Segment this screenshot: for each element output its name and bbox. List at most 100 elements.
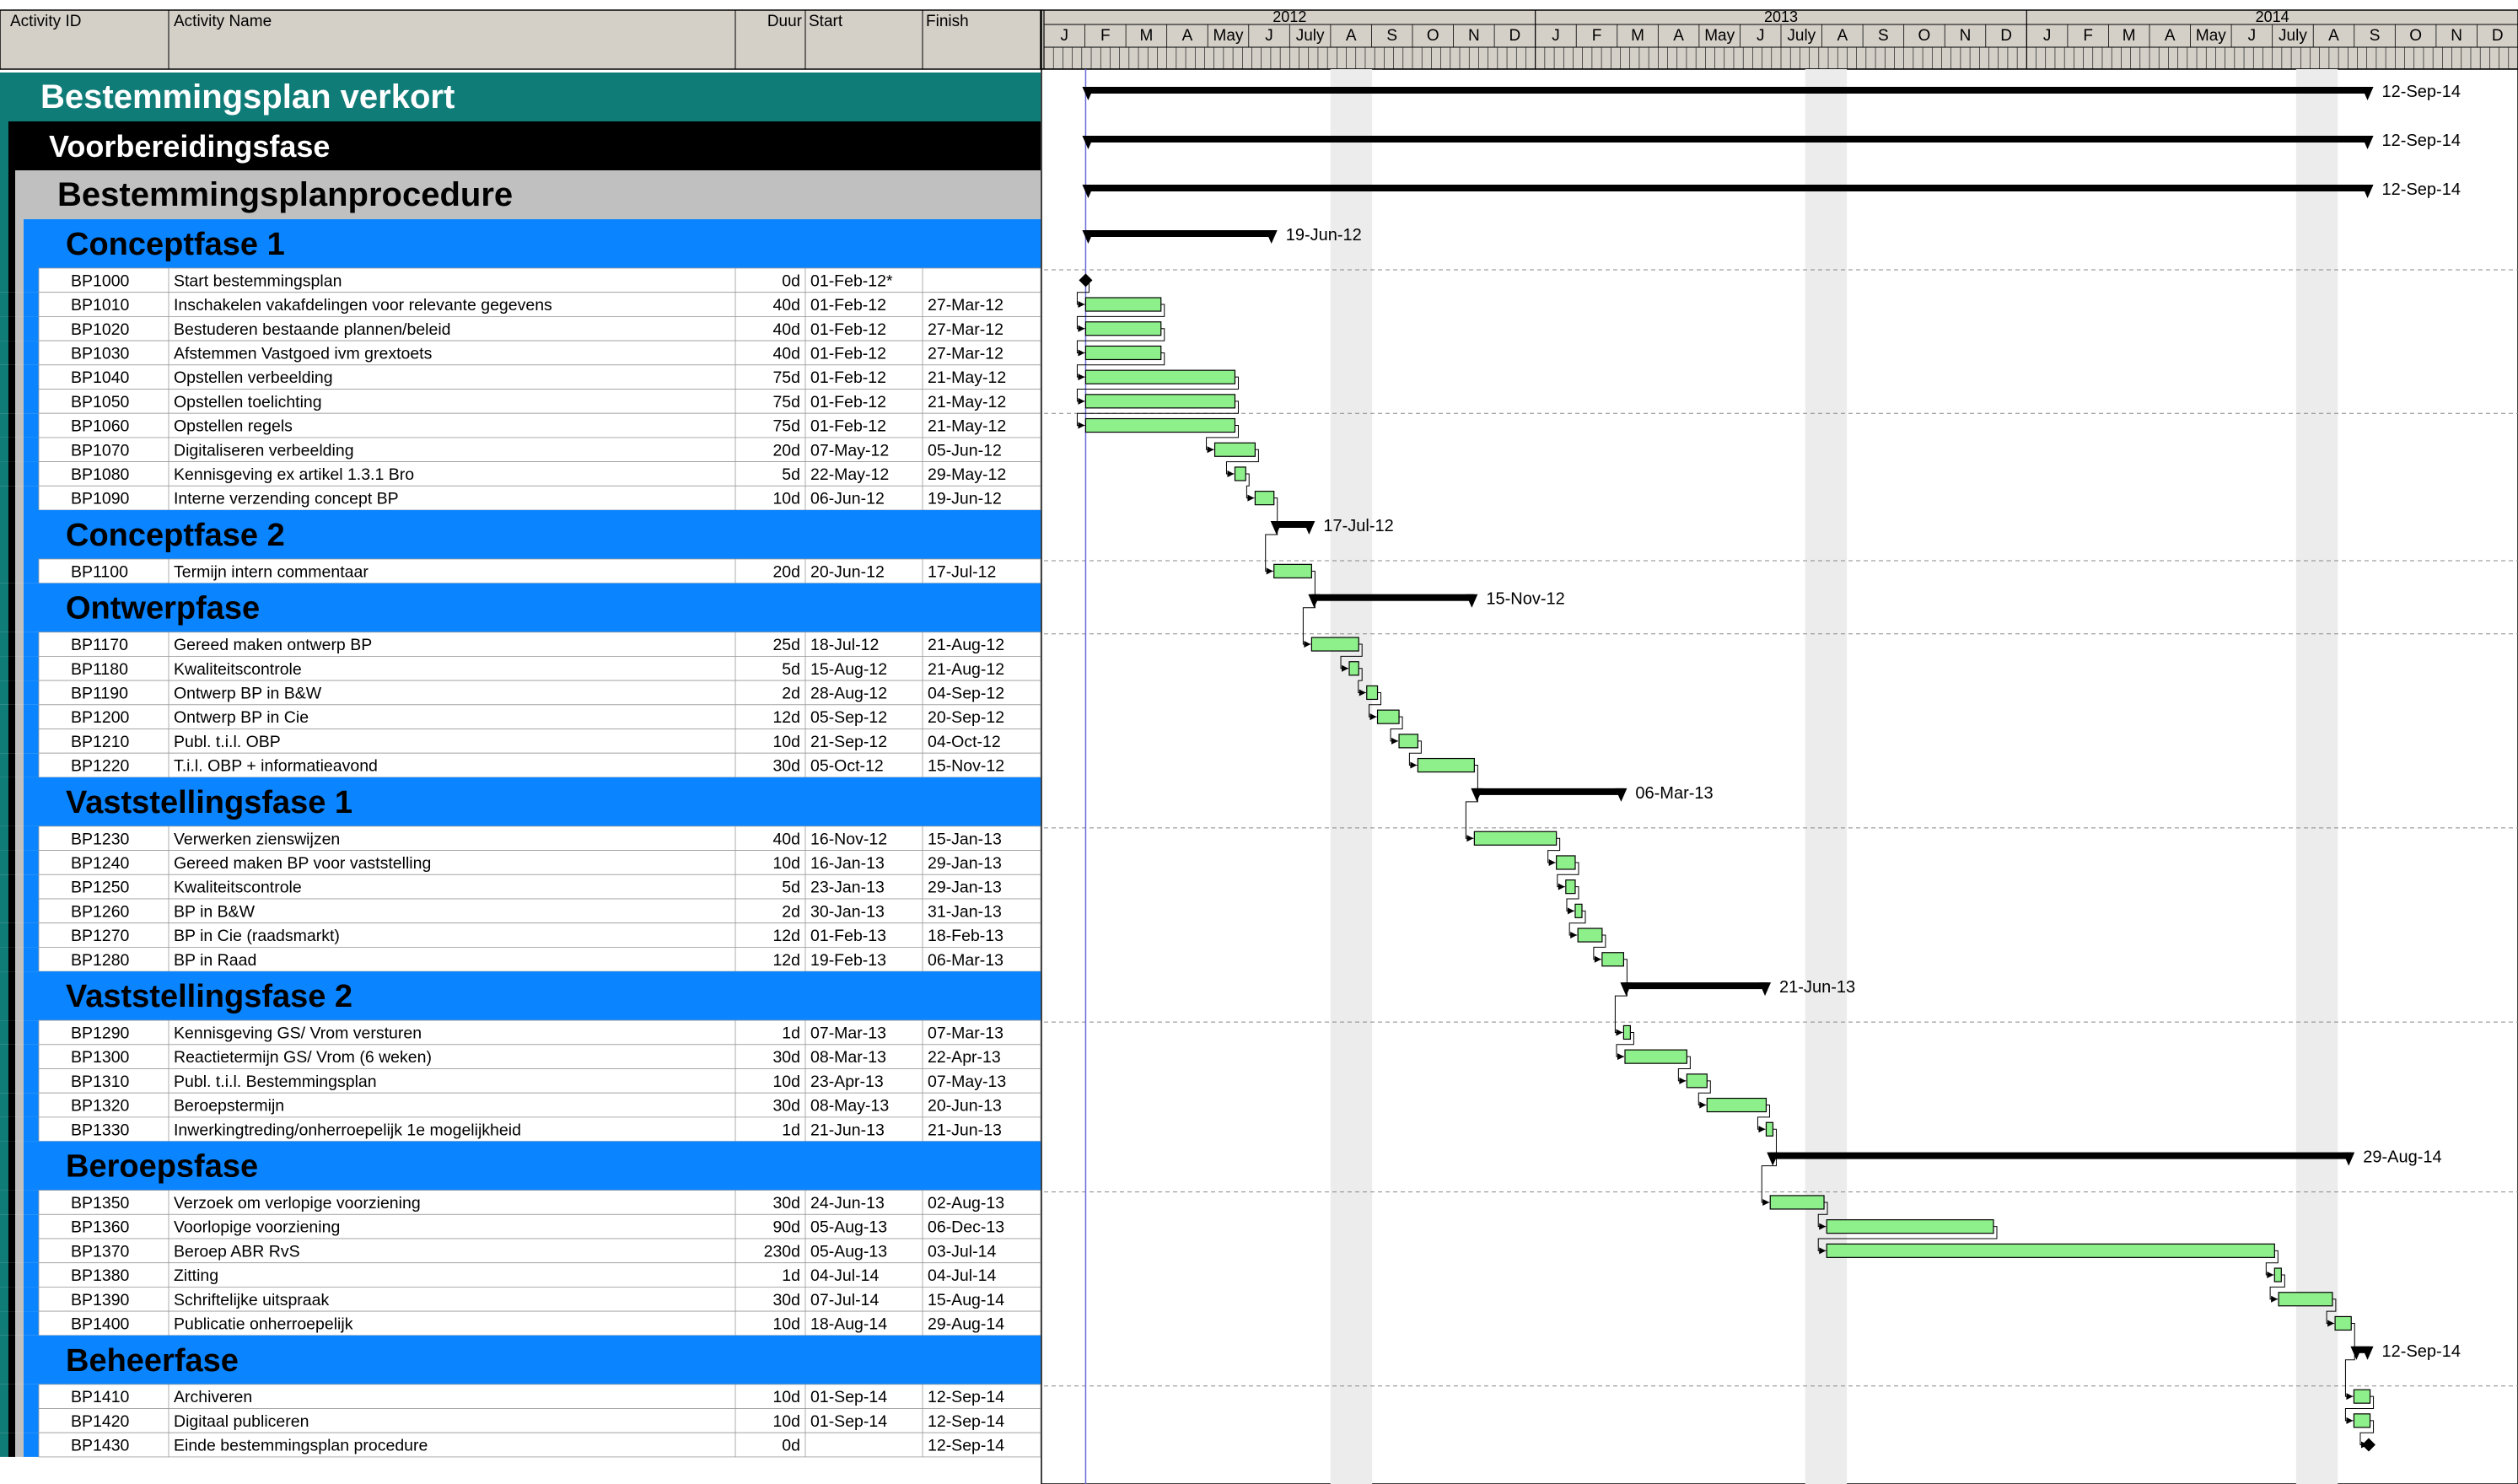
column-header-activity-id[interactable]: Activity ID (10, 13, 81, 30)
table-row[interactable]: BP1310 Publ. t.i.l. Bestemmingsplan 10d 23-… (0, 1068, 1041, 1094)
table-row[interactable]: BP1330 Inwerkingtreding/onherroepelijk 1e… (0, 1116, 1041, 1143)
table-row[interactable]: BP1040 Opstellen verbeelding 75d 01-Feb-12 2… (0, 364, 1041, 390)
task-bar[interactable] (1084, 417, 1236, 433)
task-bar[interactable] (1376, 709, 1400, 724)
task-bar[interactable] (1273, 563, 1312, 578)
task-bar[interactable] (1084, 321, 1162, 336)
task-bar[interactable] (2334, 1315, 2352, 1331)
task-bar[interactable] (1084, 297, 1162, 312)
task-bar[interactable] (1213, 442, 1256, 457)
wbs-band-wbs1[interactable]: Voorbereidingsfase (0, 121, 1041, 170)
activity-name: Afstemmen Vastgoed ivm grextoets (174, 344, 433, 363)
task-bar[interactable] (1565, 879, 1576, 895)
table-row[interactable]: BP1300 Reactietermijn GS/ Vrom (6 weken) 3… (0, 1044, 1041, 1069)
table-row[interactable]: BP1170 Gereed maken ontwerp BP 25d 18-Jul-1… (0, 632, 1041, 657)
wbs-band-wbs2[interactable]: Bestemmingsplanprocedure (0, 170, 1041, 219)
task-bar[interactable] (2353, 1413, 2371, 1428)
table-row[interactable]: BP1210 Publ. t.i.l. OBP 10d 21-Sep-12 04-Oct… (0, 729, 1041, 754)
task-bar[interactable] (1826, 1243, 2275, 1258)
table-row[interactable]: BP1230 Verwerken zienswijzen 40d 16-Nov-12 1… (0, 825, 1041, 852)
task-bar[interactable] (1769, 1195, 1825, 1210)
activity-finish: 04-Oct-12 (928, 733, 1001, 751)
wbs-band-wbs0[interactable]: Bestemmingsplan verkort (0, 73, 1041, 121)
wbs-band-wbs3[interactable]: Vaststellingsfase 2 (0, 971, 1041, 1021)
wbs-band-wbs3[interactable]: Beheerfase (0, 1335, 1041, 1385)
table-row[interactable]: BP1280 BP in Raad 12d 19-Feb-13 06-Mar-13 (0, 947, 1041, 972)
task-bar[interactable] (1601, 952, 1624, 967)
band-indent (15, 1141, 24, 1191)
task-bar[interactable] (2278, 1292, 2333, 1307)
table-row[interactable]: BP1260 BP in B&W 2d 30-Jan-13 31-Jan-13 (0, 898, 1041, 924)
table-row[interactable]: BP1100 Termijn intern commentaar 20d 20-Jun… (0, 558, 1041, 584)
table-row[interactable]: BP1010 Inschakelen vakafdelingen voor rel… (0, 292, 1041, 317)
table-row[interactable]: BP1360 Voorlopige voorziening 90d 05-Aug-13… (0, 1213, 1041, 1239)
table-row[interactable]: BP1320 Beroepstermijn 30d 08-May-13 20-Jun-1… (0, 1092, 1041, 1118)
task-bar[interactable] (1622, 1024, 1631, 1040)
table-row[interactable]: BP1270 BP in Cie (raadsmarkt) 12d 01-Feb-13… (0, 922, 1041, 948)
task-bar[interactable] (1577, 928, 1603, 943)
wbs-band-wbs3[interactable]: Conceptfase 2 (0, 510, 1041, 559)
table-row[interactable]: BP1430 Einde bestemmingsplan procedure 0d 1… (0, 1432, 1041, 1458)
task-bar[interactable] (1310, 637, 1359, 652)
table-row[interactable]: BP1190 Ontwerp BP in B&W 2d 28-Aug-12 04-Sep… (0, 680, 1041, 706)
activity-finish: 20-Jun-13 (928, 1097, 1002, 1116)
column-header-activity-name[interactable]: Activity Name (174, 13, 272, 30)
wbs-band-wbs3[interactable]: Beroepsfase (0, 1141, 1041, 1191)
table-row[interactable]: BP1090 Interne verzending concept BP 10d 06… (0, 485, 1041, 511)
task-bar[interactable] (1084, 394, 1236, 409)
table-row[interactable]: BP1220 T.i.l. OBP + informatieavond 30d 05-… (0, 752, 1041, 778)
task-bar[interactable] (2353, 1389, 2371, 1404)
table-row[interactable]: BP1380 Zitting 1d 04-Jul-14 04-Jul-14 (0, 1262, 1041, 1288)
task-bar[interactable] (1473, 831, 1558, 846)
task-bar[interactable] (1084, 369, 1236, 384)
table-row[interactable]: BP1240 Gereed maken BP voor vaststelling 1… (0, 850, 1041, 875)
table-row[interactable]: BP1250 Kwaliteitscontrole 5d 23-Jan-13 29-Ja… (0, 874, 1041, 900)
task-bar[interactable] (1765, 1121, 1774, 1137)
summary-bar-body (1085, 136, 2370, 142)
task-bar[interactable] (1234, 466, 1246, 481)
row-indent (0, 268, 8, 293)
column-header-duration[interactable]: Duur (767, 13, 803, 30)
table-row[interactable]: BP1020 Bestuderen bestaande plannen/belei… (0, 315, 1041, 341)
row-indent (24, 268, 39, 293)
row-indent (0, 704, 8, 729)
table-row[interactable]: BP1180 Kwaliteitscontrole 5d 15-Aug-12 21-Au… (0, 656, 1041, 681)
table-row[interactable]: BP1050 Opstellen toelichting 75d 01-Feb-12 2… (0, 389, 1041, 414)
task-bar[interactable] (1556, 855, 1576, 870)
task-bar[interactable] (1417, 757, 1475, 773)
task-bar[interactable] (2273, 1267, 2282, 1282)
row-indent (24, 922, 39, 948)
table-row[interactable]: BP1200 Ontwerp BP in Cie 12d 05-Sep-12 20-Se… (0, 704, 1041, 729)
table-row[interactable]: BP1060 Opstellen regels 75d 01-Feb-12 21-May… (0, 412, 1041, 438)
column-header-start[interactable]: Start (809, 13, 843, 30)
wbs-band-wbs3[interactable]: Conceptfase 1 (0, 219, 1041, 268)
table-row[interactable]: BP1400 Publicatie onherroepelijk 10d 18-Aug… (0, 1310, 1041, 1336)
activity-start: 23-Jan-13 (810, 879, 885, 897)
row-indent (24, 825, 39, 851)
task-bar[interactable] (1084, 345, 1162, 361)
table-row[interactable]: BP1080 Kennisgeving ex artikel 1.3.1 Bro 5… (0, 461, 1041, 487)
task-bar[interactable] (1348, 661, 1359, 676)
task-bar[interactable] (1574, 903, 1583, 918)
table-row[interactable]: BP1390 Schriftelijke uitspraak 30d 07-Jul-1… (0, 1287, 1041, 1312)
table-row[interactable]: BP1290 Kennisgeving GS/ Vrom versturen 1d 0… (0, 1019, 1041, 1046)
row-indent (0, 389, 8, 414)
task-bar[interactable] (1624, 1049, 1687, 1064)
column-header-finish[interactable]: Finish (926, 13, 969, 30)
table-row[interactable]: BP1420 Digitaal publiceren 10d 01-Sep-14 12-… (0, 1408, 1041, 1433)
task-bar[interactable] (1366, 685, 1379, 701)
task-bar[interactable] (1826, 1219, 1994, 1234)
wbs-band-wbs3[interactable]: Ontwerpfase (0, 583, 1041, 632)
table-row[interactable]: BP1410 Archiveren 10d 01-Sep-14 12-Sep-14 (0, 1384, 1041, 1409)
row-indent (8, 1093, 15, 1117)
wbs-band-wbs3[interactable]: Vaststellingsfase 1 (0, 777, 1041, 826)
task-bar[interactable] (1398, 734, 1418, 749)
table-row[interactable]: BP1000 Start bestemmingsplan 0d 01-Feb-12* (0, 267, 1041, 293)
table-row[interactable]: BP1350 Verzoek om verlopige voorziening 30… (0, 1190, 1041, 1215)
table-row[interactable]: BP1370 Beroep ABR RvS 230d 05-Aug-13 03-Jul-… (0, 1238, 1041, 1264)
table-row[interactable]: BP1030 Afstemmen Vastgoed ivm grextoets 40… (0, 340, 1041, 366)
task-bar[interactable] (1706, 1097, 1767, 1113)
task-bar[interactable] (1686, 1073, 1708, 1089)
task-bar[interactable] (1254, 491, 1275, 506)
table-row[interactable]: BP1070 Digitaliseren verbeelding 20d 07-May… (0, 437, 1041, 463)
